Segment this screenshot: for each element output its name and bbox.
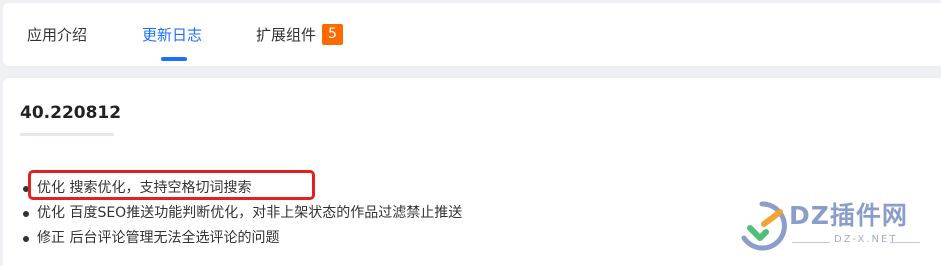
tab-bar: 应用介绍 更新日志 扩展组件 5 <box>3 3 941 66</box>
version-divider <box>20 133 114 136</box>
tab-changelog[interactable]: 更新日志 <box>142 25 202 45</box>
bullet-icon <box>23 186 29 192</box>
bullet-icon <box>23 211 29 217</box>
tab-app-intro[interactable]: 应用介绍 <box>27 25 87 45</box>
extensions-count-badge: 5 <box>322 24 344 45</box>
watermark-rule-right <box>890 242 920 243</box>
bullet-icon <box>23 236 29 242</box>
tab-extensions[interactable]: 扩展组件 5 <box>256 24 344 46</box>
watermark-subtitle: DZ-X.NET <box>834 234 898 245</box>
changelog-list: 优化 搜索优化，支持空格切词搜索 优化 百度SEO推送功能判断优化，对非上架状态… <box>19 176 462 251</box>
tab-extensions-label: 扩展组件 <box>256 26 317 44</box>
watermark-rule-left <box>792 242 830 243</box>
version-number: 40.220812 <box>20 103 122 123</box>
list-item: 优化 搜索优化，支持空格切词搜索 <box>19 176 462 201</box>
watermark: DZ插件网 DZ-X.NET <box>734 198 934 254</box>
list-item-text: 优化 百度SEO推送功能判断优化，对非上架状态的作品过滤禁止推送 <box>37 205 463 221</box>
watermark-title: DZ插件网 <box>789 201 908 230</box>
active-tab-indicator <box>161 57 187 61</box>
dz-logo-icon <box>741 201 787 251</box>
list-item-text: 修正 后台评论管理无法全选评论的问题 <box>37 230 280 246</box>
list-item: 修正 后台评论管理无法全选评论的问题 <box>19 226 462 251</box>
list-item-text: 优化 搜索优化，支持空格切词搜索 <box>37 180 252 196</box>
list-item: 优化 百度SEO推送功能判断优化，对非上架状态的作品过滤禁止推送 <box>19 201 462 226</box>
